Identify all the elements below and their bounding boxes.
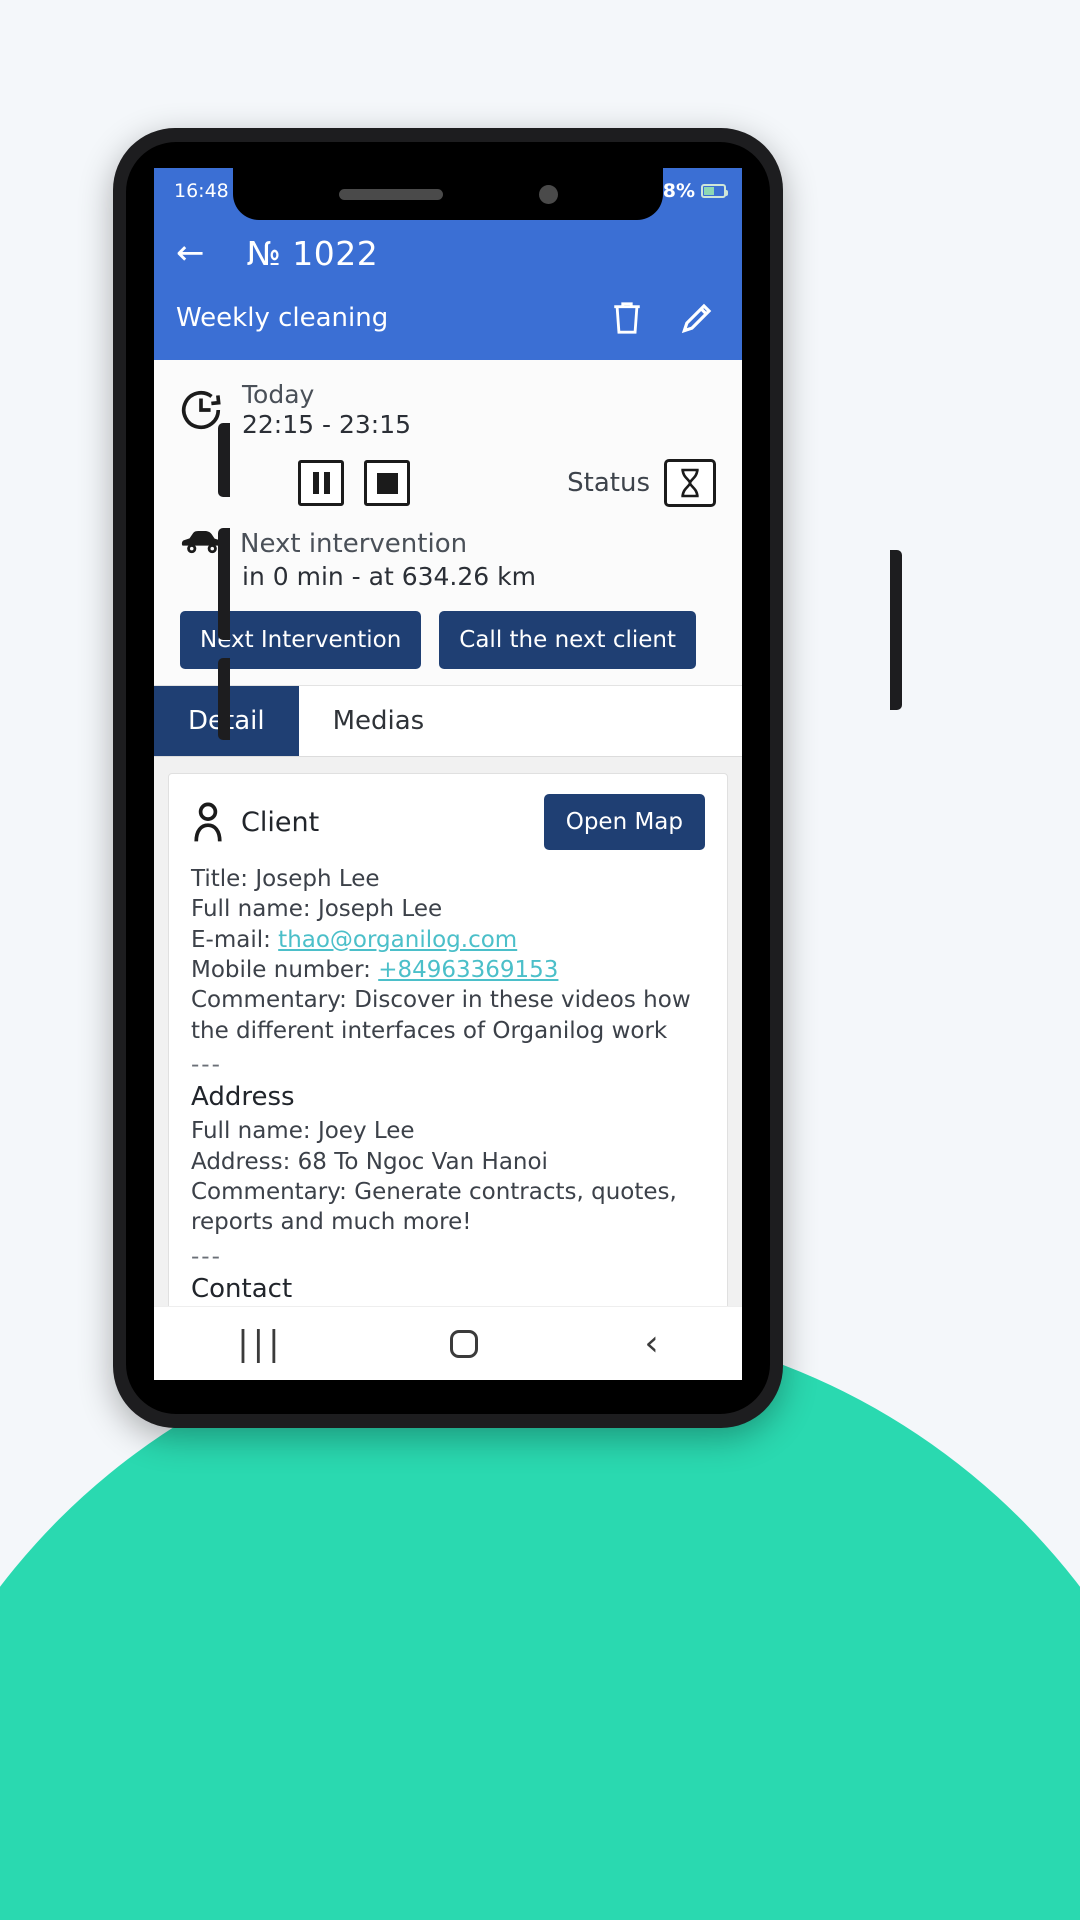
job-title: Weekly cleaning [176,303,389,333]
stop-icon [376,472,398,494]
section-separator: --- [191,1052,222,1079]
intervention-info-panel: Today 22:15 - 23:15 Status Next interven… [154,360,742,686]
hourglass-icon[interactable] [664,459,716,507]
volume-up-button[interactable] [218,423,230,497]
contact-heading: Contact [191,1273,293,1304]
field-label: Full name: [191,1118,318,1145]
intervention-actions: Next Intervention Call the next client [154,593,742,675]
timer-controls-row: Status [154,443,742,517]
email-link[interactable]: thao@organilog.com [278,927,517,953]
clock-refresh-icon [178,387,224,433]
client-field-email: E-mail: thao@organilog.com [191,925,705,955]
battery-icon [701,184,728,198]
next-intervention-row: Next intervention in 0 min - at 634.26 k… [154,517,742,593]
speaker-grille [338,188,443,200]
back-arrow-icon[interactable]: ← [176,236,205,270]
status-indicator[interactable]: Status [567,459,716,507]
client-card: Client Open Map Title: Joseph Lee Full n… [168,773,728,1306]
power-button[interactable] [890,550,902,710]
next-intervention-detail: in 0 min - at 634.26 km [242,562,536,591]
field-value: Joey Lee [317,1118,415,1145]
page-title: № 1022 [246,233,379,273]
trash-icon[interactable] [610,299,644,337]
call-next-client-button[interactable]: Call the next client [439,611,697,669]
assistant-button[interactable] [218,658,230,740]
pencil-icon[interactable] [678,299,716,337]
app-bar-actions [610,299,716,337]
timer-buttons [298,460,410,506]
back-chevron-icon[interactable]: ‹ [644,1325,658,1362]
client-field-fullname: Full name: Joseph Lee [191,894,705,924]
schedule-row: Today 22:15 - 23:15 [154,374,742,443]
stop-button[interactable] [364,460,410,506]
day-label: Today [242,380,315,409]
app-bar-subtitle-row: Weekly cleaning [154,292,742,350]
address-field-address: Address: 68 To Ngoc Van Hanoi [191,1147,705,1177]
address-field-commentary: Commentary: Generate contracts, quotes, … [191,1177,705,1238]
person-icon [191,801,225,843]
detail-content[interactable]: Client Open Map Title: Joseph Lee Full n… [154,757,742,1306]
status-bar-clock: 16:48 [174,180,229,202]
pause-icon [312,472,330,494]
field-label: Address: [191,1148,298,1175]
time-range-label: 22:15 - 23:15 [242,410,412,439]
home-circle-icon[interactable] [449,1329,478,1358]
open-map-button[interactable]: Open Map [543,794,705,850]
client-card-title: Client [241,806,320,838]
next-intervention-text: Next intervention in 0 min - at 634.26 k… [240,527,536,591]
field-label: Commentary: [191,1178,355,1205]
client-field-title: Title: Joseph Lee [191,864,705,894]
android-nav-bar: ||| ‹ [154,1306,742,1380]
field-label: Title: [191,866,256,892]
phone-mockup: 16:48 48% ← № 1022 Weekly cleaning Today… [113,128,902,1428]
pause-button[interactable] [298,460,344,506]
phone-link[interactable]: +84963369153 [378,957,558,983]
next-intervention-button[interactable]: Next Intervention [180,611,422,669]
field-label: E-mail: [191,926,279,953]
field-value: Joseph Lee [255,866,380,892]
field-value: Joseph Lee [317,896,443,923]
phone-notch [233,168,663,220]
field-label: Full name: [191,896,318,923]
status-label: Status [567,468,650,498]
tab-bar: Detail Medias [154,686,742,757]
section-separator: --- [191,1243,222,1270]
app-bar-title-row: ← № 1022 [154,214,742,292]
recents-button[interactable]: ||| [237,1324,283,1364]
client-field-mobile: Mobile number: +84963369153 [191,955,705,985]
schedule-text: Today 22:15 - 23:15 [242,380,411,439]
field-label: Commentary: [191,987,355,1014]
front-camera [538,184,558,204]
client-card-header: Client Open Map [191,794,705,850]
address-field-fullname: Full name: Joey Lee [191,1116,705,1146]
field-value: 68 To Ngoc Van Hanoi [297,1148,548,1175]
field-label: Mobile number: [191,957,379,984]
tab-medias[interactable]: Medias [299,686,459,756]
next-intervention-title: Next intervention [240,529,468,559]
phone-bezel: 16:48 48% ← № 1022 Weekly cleaning Today… [126,142,770,1414]
client-field-commentary: Commentary: Discover in these videos how… [191,985,705,1046]
volume-down-button[interactable] [218,528,230,640]
app-bar: ← № 1022 Weekly cleaning [154,214,742,360]
app-screen: 16:48 48% ← № 1022 Weekly cleaning Today… [154,168,742,1380]
address-heading: Address [191,1082,295,1113]
